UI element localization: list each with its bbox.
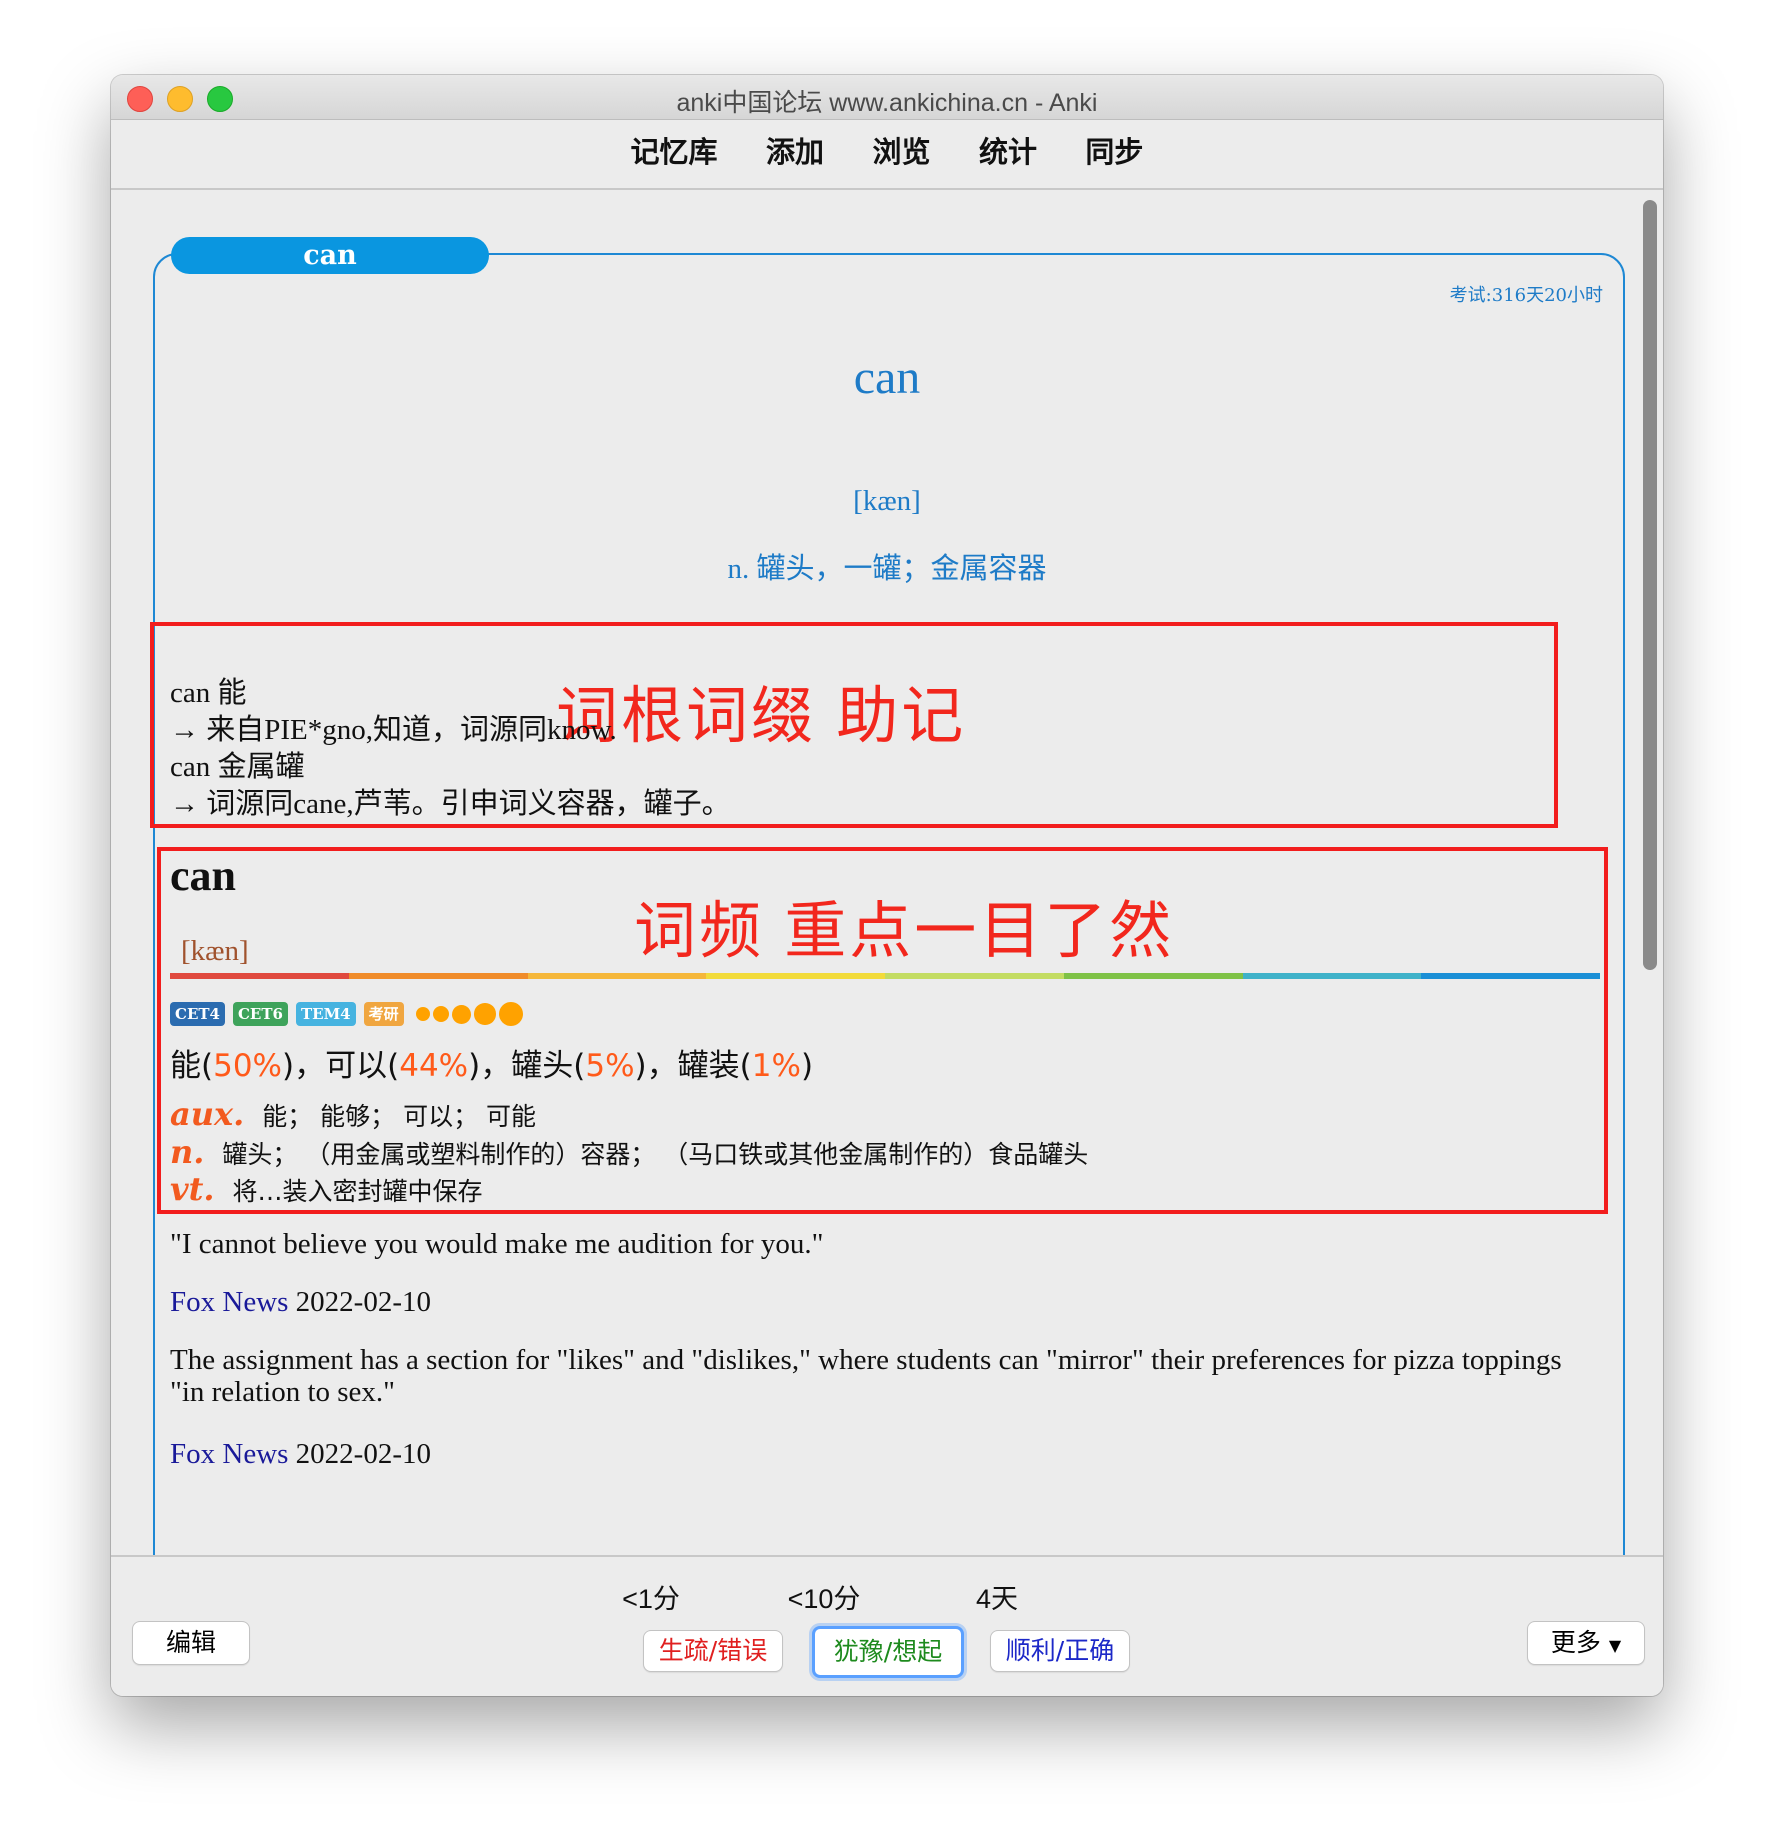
definition-row: aux. 能； 能够； 可以； 可能 bbox=[170, 1095, 536, 1133]
freq-headword: can bbox=[170, 851, 236, 900]
answer-bar: 编辑 <1分 <10分 4天 生疏/错误 犹豫/想起 顺利/正确 更多 ▼ bbox=[111, 1555, 1663, 1696]
rainbow-segment bbox=[170, 973, 349, 979]
interval-good: 4天 bbox=[975, 1584, 1019, 1614]
title-bar: anki中国论坛 www.ankichina.cn - Anki bbox=[111, 75, 1663, 120]
definition-row: vt. 将…装入密封罐中保存 bbox=[170, 1170, 483, 1208]
anki-window: anki中国论坛 www.ankichina.cn - Anki 记忆库 添加 … bbox=[111, 75, 1663, 1696]
star-dot bbox=[415, 1007, 430, 1021]
exam-tags: CET4 CET6 TEM4 考研 bbox=[170, 1000, 526, 1028]
toolbar-add[interactable]: 添加 bbox=[766, 120, 824, 186]
freq-meaning-word: 能 bbox=[170, 1048, 201, 1084]
tag-badge: TEM4 bbox=[295, 1002, 356, 1026]
etymology-line: → 词源同cane,芦苇。引申词义容器，罐子。 bbox=[170, 788, 731, 820]
sentence-date: 2022-02-10 bbox=[295, 1286, 431, 1318]
toolbar-sync[interactable]: 同步 bbox=[1085, 120, 1143, 186]
rainbow-segment bbox=[885, 973, 1064, 979]
etymology-section: can 能 → 来自PIE*gno,知道，词源同know. can 金属罐 → … bbox=[170, 675, 731, 823]
part-of-speech: aux. bbox=[170, 1095, 245, 1133]
sentence-source[interactable]: Fox News bbox=[170, 1438, 288, 1470]
more-button[interactable]: 更多 ▼ bbox=[1527, 1621, 1645, 1665]
toolbar-browse[interactable]: 浏览 bbox=[872, 120, 930, 186]
star-dot bbox=[498, 1002, 523, 1026]
exam-countdown: 考试:316天20小时 bbox=[1449, 285, 1603, 306]
frequency-annotation: 词频 重点一目了然 bbox=[634, 897, 1175, 966]
answer-again-button[interactable]: 生疏/错误 bbox=[643, 1630, 783, 1672]
phonetic: [kæn] bbox=[853, 485, 921, 517]
rainbow-segment bbox=[1063, 973, 1243, 979]
review-content: can 考试:316天20小时 can [kæn] n. 罐头，一罐；金属容器 … bbox=[111, 190, 1663, 1555]
window-title: anki中国论坛 www.ankichina.cn - Anki bbox=[676, 89, 1098, 117]
tag-badge: 考研 bbox=[363, 1002, 404, 1026]
word-tab: can bbox=[171, 237, 489, 274]
freq-meaning-word: 罐头 bbox=[511, 1048, 574, 1084]
part-of-speech: vt. bbox=[170, 1170, 215, 1208]
freq-meaning-pct: 50% bbox=[213, 1048, 283, 1084]
freq-meaning-pct: 44% bbox=[399, 1048, 469, 1084]
star-level-dots bbox=[415, 1002, 526, 1026]
etymology-line: can 能 bbox=[170, 677, 247, 709]
tag-badge: CET6 bbox=[232, 1002, 288, 1026]
headword: can bbox=[853, 351, 921, 404]
freq-meaning-word: 罐装 bbox=[677, 1048, 740, 1084]
freq-meaning-pct: 5% bbox=[585, 1048, 635, 1084]
toolbar-stats[interactable]: 统计 bbox=[979, 120, 1037, 186]
star-dot bbox=[452, 1004, 472, 1024]
star-dot bbox=[474, 1003, 496, 1025]
caret-down-icon: ▼ bbox=[1608, 1636, 1622, 1655]
example-sentence: The assignment has a section for "likes"… bbox=[170, 1344, 1562, 1408]
rainbow-divider bbox=[170, 973, 1600, 979]
more-label: 更多 bbox=[1550, 1628, 1601, 1657]
example-sentence: "I cannot believe you would make me audi… bbox=[170, 1228, 824, 1260]
freq-meaning-pct: 1% bbox=[751, 1048, 801, 1084]
etymology-line: can 金属罐 bbox=[170, 751, 305, 783]
definition-text: 能； 能够； 可以； 可能 bbox=[262, 1102, 537, 1131]
tag-badge: CET4 bbox=[170, 1002, 225, 1026]
rainbow-segment bbox=[1421, 973, 1600, 979]
rainbow-segment bbox=[1242, 973, 1422, 979]
sentence-source-line: Fox News 2022-02-10 bbox=[170, 1286, 431, 1319]
definition-text: 将…装入密封罐中保存 bbox=[232, 1177, 483, 1206]
rainbow-segment bbox=[348, 973, 528, 979]
sentence-source[interactable]: Fox News bbox=[170, 1286, 288, 1318]
edit-button[interactable]: 编辑 bbox=[132, 1621, 250, 1665]
sentence-source-line: Fox News 2022-02-10 bbox=[170, 1438, 431, 1471]
rainbow-segment bbox=[706, 973, 885, 979]
toolbar-decks[interactable]: 记忆库 bbox=[631, 120, 718, 186]
freq-meaning-word: 可以 bbox=[325, 1048, 388, 1084]
definition-row: n. 罐头； （用金属或塑料制作的）容器； （马口铁或其他金属制作的）食品罐头 bbox=[170, 1133, 1088, 1171]
definition-text: 罐头； （用金属或塑料制作的）容器； （马口铁或其他金属制作的）食品罐头 bbox=[222, 1140, 1089, 1169]
main-toolbar: 记忆库 添加 浏览 统计 同步 bbox=[111, 120, 1663, 190]
interval-hard: <10分 bbox=[787, 1584, 861, 1614]
vertical-scrollbar[interactable] bbox=[1643, 200, 1657, 970]
interval-again: <1分 bbox=[622, 1584, 680, 1614]
frequency-meanings: 能(50%)，可以(44%)，罐头(5%)，罐装(1%) bbox=[170, 1048, 814, 1084]
answer-good-button[interactable]: 顺利/正确 bbox=[990, 1630, 1130, 1672]
star-dot bbox=[432, 1005, 450, 1023]
short-meaning: n. 罐头，一罐；金属容器 bbox=[727, 553, 1047, 585]
part-of-speech: n. bbox=[170, 1133, 205, 1171]
freq-phonetic: [kæn] bbox=[181, 935, 249, 967]
answer-hard-button[interactable]: 犹豫/想起 bbox=[812, 1626, 964, 1678]
rainbow-segment bbox=[527, 973, 707, 979]
sentence-date: 2022-02-10 bbox=[295, 1438, 431, 1470]
etymology-line: → 来自PIE*gno,知道，词源同know. bbox=[170, 714, 617, 746]
